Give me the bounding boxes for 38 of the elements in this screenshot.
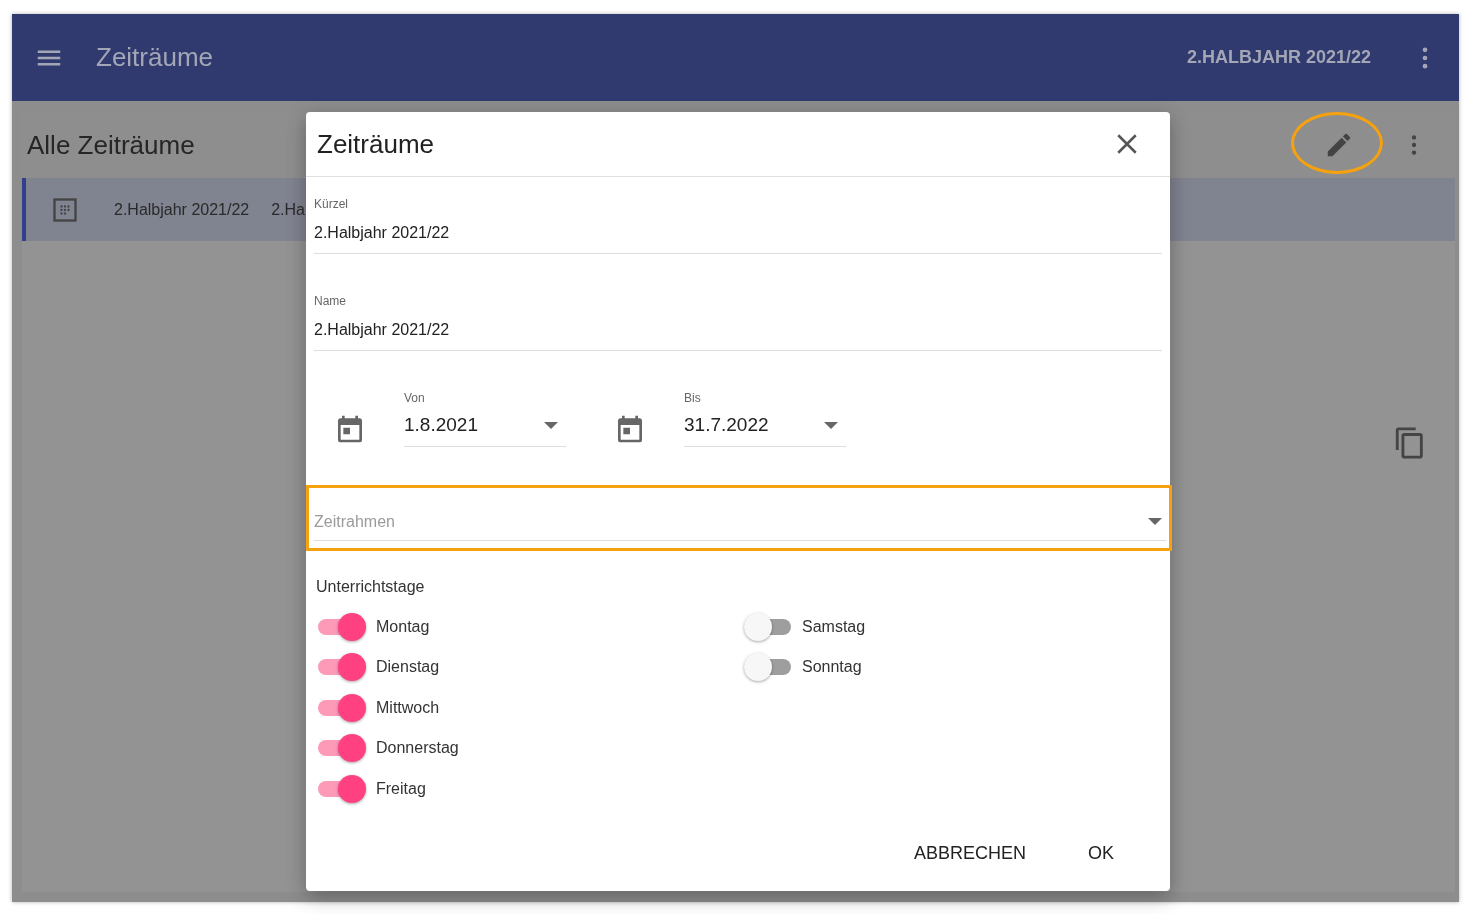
caret-icon — [544, 421, 558, 429]
toggle-switch[interactable] — [318, 653, 366, 682]
day-label: Samstag — [802, 616, 866, 637]
section-label: Unterrichtstage — [316, 576, 426, 597]
field-value: 2.Halbjahr 2021/22 — [314, 223, 451, 243]
day-label: Sonntag — [802, 657, 862, 678]
app-title: Zeiträume — [96, 41, 214, 74]
toggle-switch[interactable] — [744, 612, 792, 641]
toggle-switch[interactable] — [318, 734, 366, 763]
date-label: Bis — [684, 390, 702, 407]
date-select[interactable]: 1.8.2021 — [404, 407, 566, 447]
date-label: Von — [404, 390, 426, 407]
dialog-button[interactable]: ABBRECHEN — [897, 834, 1042, 873]
toggle-switch[interactable] — [318, 693, 366, 722]
field-label: Kürzel — [314, 196, 349, 213]
caret-icon — [1148, 518, 1162, 525]
row-text: 2.Ha — [271, 199, 305, 220]
panel-title: Alle Zeiträume — [27, 128, 195, 162]
caret-icon — [824, 421, 838, 429]
day-label: Donnerstag — [376, 738, 459, 759]
dialog-title: Zeiträume — [317, 127, 435, 161]
toggle-switch[interactable] — [744, 653, 792, 682]
timeframe-select[interactable]: Zeitrahmen — [314, 509, 1148, 534]
field-value: 2.Halbjahr 2021/22 — [314, 320, 451, 340]
day-label: Dienstag — [376, 657, 440, 678]
period-label[interactable]: 2.HALBJAHR 2021/22 — [1186, 44, 1371, 71]
toggle-switch[interactable] — [318, 774, 366, 803]
date-select[interactable]: 31.7.2022 — [684, 407, 846, 447]
field-label: Name — [314, 293, 347, 310]
toggle-switch[interactable] — [318, 612, 366, 641]
text-field[interactable]: Kürzel 2.Halbjahr 2021/22 — [314, 195, 1162, 254]
day-label: Freitag — [376, 778, 426, 799]
dialog-button[interactable]: OK — [1072, 834, 1130, 873]
day-label: Montag — [376, 616, 430, 637]
grid-calendar-icon — [51, 195, 79, 224]
text-field[interactable]: Name 2.Halbjahr 2021/22 — [314, 292, 1162, 351]
row-text: 2.Halbjahr 2021/22 — [114, 199, 250, 220]
day-label: Mittwoch — [376, 697, 440, 718]
